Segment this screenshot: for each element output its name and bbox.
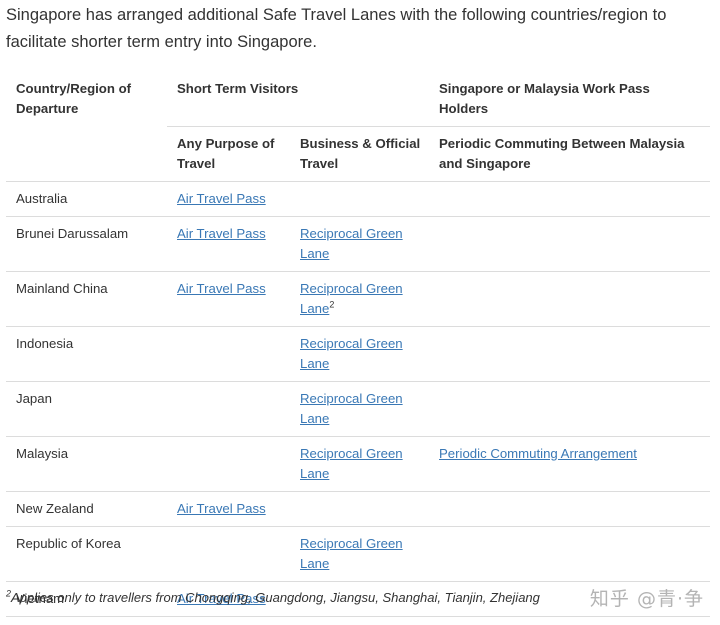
cell-periodic-commuting (429, 181, 711, 217)
header-work-pass-holders: Singapore or Malaysia Work Pass Holders (439, 81, 650, 116)
table-row: Republic of Korea Reciprocal Green Lane (6, 526, 711, 582)
cell-periodic-commuting (429, 491, 711, 527)
cell-periodic-commuting: Periodic Commuting Arrangement (429, 436, 711, 492)
cell-periodic-commuting (429, 216, 711, 272)
safe-travel-lanes-table: Country/Region of Departure Short Term V… (6, 72, 711, 617)
cell-business-official (290, 491, 430, 527)
reciprocal-green-lane-link[interactable]: Reciprocal Green Lane (300, 391, 403, 426)
cell-periodic-commuting (429, 271, 711, 327)
header-country: Country/Region of Departure (16, 81, 132, 116)
reciprocal-green-lane-link[interactable]: Reciprocal Green Lane (300, 336, 403, 371)
cell-any-purpose: Air Travel Pass (167, 491, 290, 527)
header-short-term-visitors: Short Term Visitors (177, 81, 299, 96)
cell-country: Indonesia (6, 326, 167, 382)
cell-country: New Zealand (6, 491, 167, 527)
table-body: Australia Air Travel Pass Brunei Darussala… (6, 181, 711, 617)
footnote-reference: 2 (329, 299, 335, 310)
footnote: 2Applies only to travellers from Chongqi… (6, 589, 540, 605)
header-periodic-commuting: Periodic Commuting Between Malaysia and … (429, 126, 711, 182)
air-travel-pass-link[interactable]: Air Travel Pass (177, 226, 266, 241)
table-row: Australia Air Travel Pass (6, 181, 711, 217)
cell-country: Australia (6, 181, 167, 217)
air-travel-pass-link[interactable]: Air Travel Pass (177, 281, 266, 296)
zhihu-watermark: 知乎 @青·争 (589, 588, 704, 610)
air-travel-pass-link[interactable]: Air Travel Pass (177, 501, 266, 516)
table-row: Brunei Darussalam Air Travel Pass Reciproc… (6, 216, 711, 272)
reciprocal-green-lane-link[interactable]: Reciprocal Green Lane (300, 446, 403, 481)
cell-country: Malaysia (6, 436, 167, 492)
table-row: New Zealand Air Travel Pass (6, 491, 711, 527)
header-any-purpose: Any Purpose of Travel (167, 126, 290, 182)
cell-any-purpose (167, 436, 290, 492)
cell-any-purpose: Air Travel Pass (167, 271, 290, 327)
cell-business-official: Reciprocal Green Lane (290, 436, 430, 492)
footnote-text: Applies only to travellers from Chongqin… (11, 590, 540, 605)
table-row: Indonesia Reciprocal Green Lane (6, 326, 711, 382)
reciprocal-green-lane-link[interactable]: Reciprocal Green Lane (300, 536, 403, 571)
cell-country: Mainland China (6, 271, 167, 327)
cell-any-purpose (167, 526, 290, 582)
cell-country: Republic of Korea (6, 526, 167, 582)
air-travel-pass-link[interactable]: Air Travel Pass (177, 191, 266, 206)
cell-any-purpose (167, 326, 290, 382)
cell-country: Japan (6, 381, 167, 437)
cell-business-official: Reciprocal Green Lane2 (290, 271, 430, 327)
cell-business-official: Reciprocal Green Lane (290, 326, 430, 382)
cell-periodic-commuting (429, 326, 711, 382)
cell-business-official: Reciprocal Green Lane (290, 216, 430, 272)
cell-business-official: Reciprocal Green Lane (290, 526, 430, 582)
cell-any-purpose: Air Travel Pass (167, 181, 290, 217)
reciprocal-green-lane-link[interactable]: Reciprocal Green Lane (300, 226, 403, 261)
reciprocal-green-lane-link[interactable]: Reciprocal Green Lane (300, 281, 403, 316)
cell-any-purpose: Air Travel Pass (167, 216, 290, 272)
intro-paragraph: Singapore has arranged additional Safe T… (6, 6, 667, 51)
cell-business-official (290, 181, 430, 217)
cell-country: Brunei Darussalam (6, 216, 167, 272)
table-row: Japan Reciprocal Green Lane (6, 381, 711, 437)
header-business-official: Business & Official Travel (290, 126, 430, 182)
table-row: Malaysia Reciprocal Green Lane Periodic Co… (6, 436, 711, 492)
cell-any-purpose (167, 381, 290, 437)
table-row: Mainland China Air Travel Pass Reciprocal … (6, 271, 711, 327)
cell-periodic-commuting (429, 381, 711, 437)
cell-periodic-commuting (429, 526, 711, 582)
periodic-commuting-arrangement-link[interactable]: Periodic Commuting Arrangement (439, 446, 637, 461)
cell-business-official: Reciprocal Green Lane (290, 381, 430, 437)
